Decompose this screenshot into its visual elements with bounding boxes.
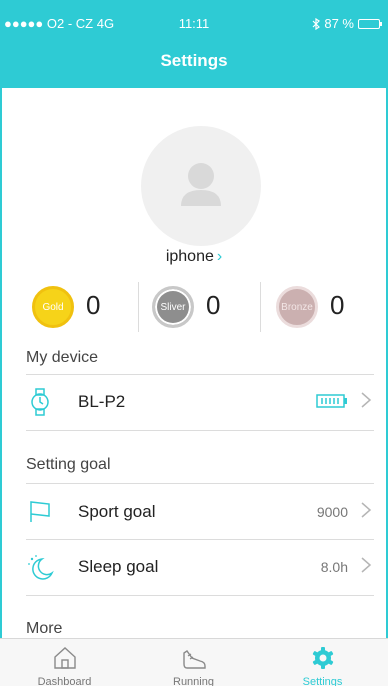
- silver-medal-icon: Sliver: [152, 286, 194, 328]
- chevron-right-icon: [360, 391, 374, 414]
- medal-label: Bronze: [281, 301, 313, 313]
- section-title-more: More: [26, 620, 63, 637]
- tab-dashboard[interactable]: Dashboard: [0, 639, 129, 686]
- medal-label: Sliver: [160, 301, 186, 313]
- divider: [260, 282, 261, 332]
- medals-row: Gold 0 Sliver 0 Bronze 0: [0, 276, 388, 338]
- sleep-goal-label: Sleep goal: [78, 557, 159, 576]
- flag-icon: [26, 498, 54, 526]
- device-row[interactable]: BL-P2: [26, 374, 374, 430]
- tab-label: Running: [173, 676, 214, 686]
- profile-name-link[interactable]: iphone ›: [0, 248, 388, 266]
- sleep-goal-row[interactable]: Sleep goal 8.0h: [26, 539, 374, 595]
- user-silhouette-icon: [181, 163, 221, 206]
- shoe-icon: [182, 650, 206, 669]
- gear-icon: [312, 647, 333, 669]
- divider: [26, 430, 374, 431]
- section-title-setting-goal: Setting goal: [26, 456, 111, 473]
- status-bar: ●●●●● O2 - CZ 4G 11:11 87 %: [0, 0, 388, 40]
- medal-count: 0: [330, 290, 345, 320]
- sport-goal-label: Sport goal: [78, 502, 156, 521]
- sleep-goal-value: 8.0h: [320, 559, 348, 575]
- sport-goal-value: 9000: [316, 504, 348, 520]
- moon-icon: [26, 553, 54, 581]
- chevron-right-icon: [360, 501, 374, 524]
- profile-name: iphone: [165, 248, 214, 265]
- watch-icon: [26, 388, 54, 416]
- medal-label: Gold: [42, 301, 64, 313]
- medal-count: 0: [86, 290, 101, 320]
- battery-percent: 87 %: [324, 16, 354, 31]
- header-bar: ●●●●● O2 - CZ 4G 11:11 87 % Settings: [0, 0, 388, 88]
- device-name: BL-P2: [78, 392, 126, 411]
- battery-icon: [358, 18, 382, 29]
- home-icon: [53, 647, 76, 669]
- medal-gold: Gold 0: [18, 276, 138, 338]
- tab-settings[interactable]: Settings: [258, 639, 387, 686]
- tab-label: Dashboard: [37, 676, 92, 686]
- section-title-my-device: My device: [26, 349, 99, 366]
- tab-label: Settings: [302, 676, 343, 686]
- chevron-right-icon: [360, 556, 374, 579]
- sport-goal-row[interactable]: Sport goal 9000: [26, 484, 374, 540]
- bronze-medal-icon: Bronze: [276, 286, 318, 328]
- bluetooth-icon: [312, 17, 321, 30]
- medal-count: 0: [206, 290, 221, 320]
- tab-bar: Dashboard Running Settings: [0, 638, 388, 686]
- chevron-right-icon: ›: [216, 248, 223, 265]
- battery-status: 87 %: [312, 16, 382, 31]
- tab-running[interactable]: Running: [129, 639, 258, 686]
- avatar[interactable]: [141, 126, 261, 246]
- medal-silver: Sliver 0: [138, 276, 258, 338]
- gold-medal-icon: Gold: [32, 286, 74, 328]
- device-battery-icon: [316, 393, 348, 412]
- divider: [26, 595, 374, 596]
- page-title: Settings: [160, 51, 228, 70]
- medal-bronze: Bronze 0: [262, 276, 382, 338]
